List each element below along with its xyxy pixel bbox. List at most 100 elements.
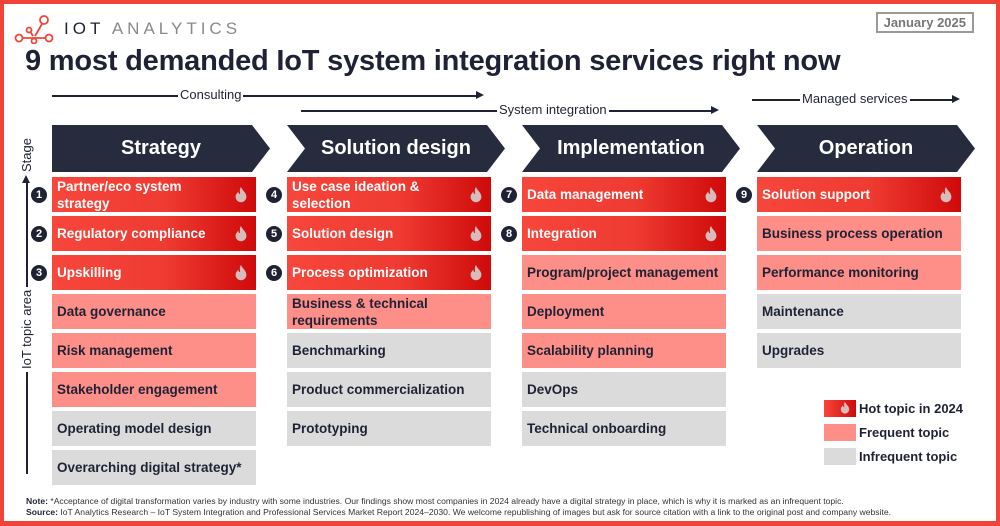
topic-cell: Program/project management [522, 255, 726, 290]
flame-icon [840, 401, 850, 414]
topic-label: Data governance [57, 304, 166, 319]
topic-cell: DevOps [522, 372, 726, 407]
topic-cell: Business process operation [757, 216, 961, 251]
topic-cell: Maintenance [757, 294, 961, 329]
stage-axis-label: Stage [19, 138, 34, 172]
rank-badge: 8 [501, 226, 517, 242]
stage-header-2: Implementation [522, 125, 740, 172]
flame-icon [235, 264, 247, 280]
topic-label: DevOps [527, 382, 579, 397]
stage-label: Strategy [120, 137, 202, 159]
flame-icon [235, 225, 247, 241]
topic-cell: Upskilling [52, 255, 256, 290]
topic-label: Program/project management [527, 265, 719, 280]
stage-header-0: Strategy [52, 125, 270, 172]
brand-name: IOT ANALYTICS [64, 19, 242, 38]
flame-icon [470, 225, 482, 241]
topic-cell: Data management [522, 177, 726, 212]
topic-label: Use case ideation & selection [292, 178, 420, 211]
rank-badge: 9 [736, 187, 752, 203]
topic-cell: Partner/eco system strategy [52, 177, 256, 212]
topic-label: Solution support [762, 187, 870, 202]
topic-label: Upgrades [762, 343, 825, 358]
topic-cell: Prototyping [287, 411, 491, 446]
topic-cell: Solution design [287, 216, 491, 251]
rank-badge: 7 [501, 187, 517, 203]
rank-badge: 5 [266, 226, 282, 242]
stage-label: Operation [818, 137, 914, 159]
flame-icon [235, 186, 247, 202]
topic-cell: Upgrades [757, 333, 961, 368]
topic-label: Partner/eco system strategy [57, 178, 182, 211]
stage-label: Implementation [557, 137, 705, 159]
date-badge: January 2025 [875, 12, 974, 33]
topic-label: Regulatory compliance [57, 226, 206, 241]
legend: Hot topic in 2024 Frequent topic Infrequ… [824, 396, 963, 468]
topic-cell: Stakeholder engagement [52, 372, 256, 407]
legend-item-frequent: Frequent topic [824, 420, 963, 444]
topic-label: Operating model design [57, 421, 212, 436]
topic-label: Solution design [292, 226, 394, 241]
footer-note: Note: *Acceptance of digital transformat… [26, 496, 844, 506]
topic-label: Performance monitoring [762, 265, 919, 280]
legend-swatch-infrequent [824, 447, 856, 465]
topic-cell: Technical onboarding [522, 411, 726, 446]
topic-label: Prototyping [292, 421, 368, 436]
topic-label: Data management [527, 187, 644, 202]
topic-cell: Solution support [757, 177, 961, 212]
flame-icon [470, 186, 482, 202]
topic-label: Product commercialization [292, 382, 465, 397]
flame-icon [705, 225, 717, 241]
topic-label: Maintenance [762, 304, 844, 319]
topic-cell: Use case ideation & selection [287, 177, 491, 212]
topic-cell: Deployment [522, 294, 726, 329]
stage-label: Solution design [321, 137, 471, 159]
legend-item-infrequent: Infrequent topic [824, 444, 963, 468]
topic-cell: Operating model design [52, 411, 256, 446]
topic-label: Integration [527, 226, 597, 241]
page-title: 9 most demanded IoT system integration s… [25, 45, 841, 77]
topic-label: Business & technical requirements [292, 295, 428, 328]
topic-label: Deployment [527, 304, 605, 319]
topic-cell: Process optimization [287, 255, 491, 290]
legend-swatch-hot [824, 399, 856, 417]
topic-label: Process optimization [292, 265, 428, 280]
rank-badge: 3 [31, 265, 47, 281]
topic-label: Stakeholder engagement [57, 382, 218, 397]
topic-label: Benchmarking [292, 343, 386, 358]
topic-cell: Performance monitoring [757, 255, 961, 290]
topic-axis-label: IoT topic area [19, 286, 34, 372]
stage-header-1: Solution design [287, 125, 505, 172]
rank-badge: 6 [266, 265, 282, 281]
topic-cell: Benchmarking [287, 333, 491, 368]
rank-badge: 4 [266, 187, 282, 203]
topic-cell: Integration [522, 216, 726, 251]
topic-label: Overarching digital strategy* [57, 460, 242, 475]
flame-icon [470, 264, 482, 280]
phase-system-integration: System integration [301, 102, 720, 117]
topic-label: Upskilling [57, 265, 122, 280]
topic-label: Risk management [57, 343, 173, 358]
rank-badge: 1 [31, 187, 47, 203]
flame-icon [940, 186, 952, 202]
stage-header-3: Operation [757, 125, 975, 172]
network-logo-icon [14, 15, 54, 44]
phase-managed-services: Managed services [752, 91, 960, 106]
flame-icon [705, 186, 717, 202]
topic-label: Technical onboarding [527, 421, 667, 436]
legend-item-hot: Hot topic in 2024 [824, 396, 963, 420]
legend-swatch-frequent [824, 423, 856, 441]
topic-cell: Business & technical requirements [287, 294, 491, 329]
topic-cell: Risk management [52, 333, 256, 368]
rank-badge: 2 [31, 226, 47, 242]
topic-cell: Regulatory compliance [52, 216, 256, 251]
footer-source: Source: IoT Analytics Research – IoT Sys… [26, 507, 892, 517]
topic-label: Scalability planning [527, 343, 654, 358]
topic-cell: Overarching digital strategy* [52, 450, 256, 485]
topic-cell: Scalability planning [522, 333, 726, 368]
phase-consulting: Consulting [52, 87, 484, 102]
topic-label: Business process operation [762, 226, 943, 241]
brand-logo: IOT ANALYTICS [14, 14, 241, 44]
topic-cell: Product commercialization [287, 372, 491, 407]
footer: Note: *Acceptance of digital transformat… [26, 496, 891, 518]
